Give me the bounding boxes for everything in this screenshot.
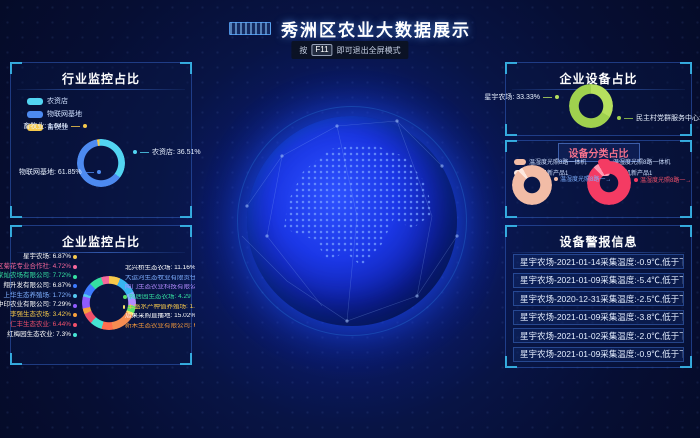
panel-equipment-ratio: 企业设备占比 星宇农场: 33.33% 民主村党群服务中心: [505, 62, 692, 136]
enterprise-callout-label: 丰盛水产种值养殖场: 1. [123, 304, 195, 311]
header: 秀洲区农业大数据展示 [0, 16, 700, 41]
tip-suffix: 即可退出全屏模式 [337, 45, 401, 56]
alarm-row: 星宇农场-2021-01-09采集温度:-5.4℃,低于下限:0℃ [513, 273, 684, 288]
series-dot [73, 323, 77, 327]
legend-item[interactable]: 农资店 [27, 96, 82, 106]
enterprise-callout-label: 新禾生态农业有限公司: 6.87% [123, 323, 195, 330]
panel-device-classification: 设备分类占比 温湿度光照8路一体机 一体机新产品1 温湿度光照8路一体机 一体机… [505, 140, 692, 218]
fullscreen-tip: 按 F11 即可退出全屏模式 [291, 41, 408, 59]
enterprise-callout-label: 仁丰生态农业: 6.44% [10, 322, 77, 329]
series-dot [73, 313, 77, 317]
series-dot [73, 304, 77, 308]
enterprise-callout-label: 鸭居园生态农场: 4.29 [123, 294, 191, 301]
enterprise-callout-label: 秀洲区菊花专业合作社: 4.72% [0, 264, 77, 271]
alarm-row: 星宇农场-2021-01-09采集温度:-3.8℃,低于下限:0℃ [513, 310, 684, 325]
legend-item[interactable]: 物联网基地 [27, 109, 82, 119]
industry-panel-title: 行业监控占比 [11, 63, 191, 87]
enterprise-callout-label: 翔升发有限公司: 6.87% [3, 283, 77, 290]
series-dot [73, 294, 77, 298]
enterprise-callout-label: 家灿农场有限公司: 7.72% [0, 273, 77, 280]
enterprise-callout-label: 红梅园生态农业: 7.3% [7, 332, 77, 339]
enterprise-callout-label: 中印农业有限公司: 7.29% [0, 302, 77, 309]
enterprise-callout-label: 陶门生态农业科技有限公 [123, 284, 195, 291]
series-dot [73, 265, 77, 269]
enterprise-callout-label: 大运河生态牧业有限责任公 [123, 275, 195, 282]
enterprise-callout-label: 瓜果采购直播地: 15.02% [123, 313, 195, 320]
alarm-row: 星宇农场-2021-01-14采集温度:-0.9℃,低于下限:0℃ [513, 254, 684, 269]
legend-item[interactable]: 温湿度光照8路一体机 [514, 157, 586, 166]
page-title: 秀洲区农业大数据展示 [281, 16, 471, 41]
panel-industry-monitoring: 行业监控占比 农资店物联网基地畜牧业 畜牧业: 1.64% 农资店: 36.51… [10, 62, 192, 218]
series-dot [73, 284, 77, 288]
dashboard: 秀洲区农业大数据展示 按 F11 即可退出全屏模式 行业监控占比 农资店物联网基… [0, 0, 700, 438]
series-dot [73, 333, 77, 337]
f11-key-badge: F11 [311, 44, 332, 56]
enterprise-callout-label: 李强生态农场: 3.42% [10, 312, 77, 319]
industry-label-agristore: 农资店: 36.51% [133, 147, 201, 157]
equipment-panel-title: 企业设备占比 [506, 63, 691, 87]
enterprise-labels-left: 星宇农场: 6.87% 秀洲区菊花专业合作社: 4.72% 家灿农场有限公司: 7.… [0, 254, 77, 338]
alarm-list: 星宇农场-2021-01-14采集温度:-0.9℃,低于下限:0℃ 星宇农场-20… [513, 254, 684, 362]
classification-donut-right[interactable] [587, 161, 631, 205]
enterprise-callout-label: 上华生态养殖场: 1.72% [3, 293, 77, 300]
enterprise-labels-right: 北兴桥生态农场: 11.16% 大运河生态牧业有限责任公陶门生态农业科技有限公鸭居… [123, 265, 195, 330]
tip-prefix: 按 [299, 45, 307, 56]
panel-device-alarms: 设备警报信息 星宇农场-2021-01-14采集温度:-0.9℃,低于下限:0℃… [505, 225, 692, 368]
app-logo [229, 22, 271, 35]
classification-donut-left[interactable] [512, 165, 552, 205]
industry-donut-chart[interactable] [77, 139, 125, 187]
globe-visualization [247, 116, 457, 326]
classification-pointer-right: 温湿度光照8路一→ [634, 175, 691, 184]
alarm-panel-title: 设备警报信息 [506, 226, 691, 250]
alarm-row: 星宇农场-2020-12-31采集温度:-2.5℃,低于下限:0℃ [513, 291, 684, 306]
enterprise-callout-label: 北兴桥生态农场: 11.16% [123, 265, 195, 272]
panel-enterprise-monitoring: 企业监控占比 星宇农场: 6.87%秀洲区菊花专业合作社: 4.72%家灿农场有… [10, 225, 192, 365]
series-dot [123, 295, 127, 299]
enterprise-panel-title: 企业监控占比 [11, 226, 191, 250]
enterprise-callout-label: 星宇农场: 6.87% [23, 254, 77, 261]
divider [512, 252, 685, 253]
industry-label-iot-base: 物联网基地: 61.85% [19, 167, 101, 177]
series-dot [73, 275, 77, 279]
legend-swatch [27, 98, 43, 105]
legend-swatch [27, 111, 43, 118]
series-dot [73, 255, 77, 259]
divider [17, 89, 185, 90]
series-dot [123, 305, 125, 309]
alarm-row: 星宇农场-2021-01-09采集温度:-0.9℃,低于下限:0℃ [513, 347, 684, 362]
equipment-donut-chart[interactable] [569, 84, 613, 128]
equipment-label-service-center: 民主村党群服务中心: [617, 113, 700, 123]
industry-label-livestock: 畜牧业: 1.64% [23, 121, 87, 131]
equipment-label-farm: 星宇农场: 33.33% [484, 92, 559, 102]
alarm-row: 星宇农场-2021-01-02采集温度:-2.0℃,低于下限:0℃ [513, 328, 684, 343]
classification-pointer-left: 温湿度光照8路一→ [554, 174, 611, 183]
